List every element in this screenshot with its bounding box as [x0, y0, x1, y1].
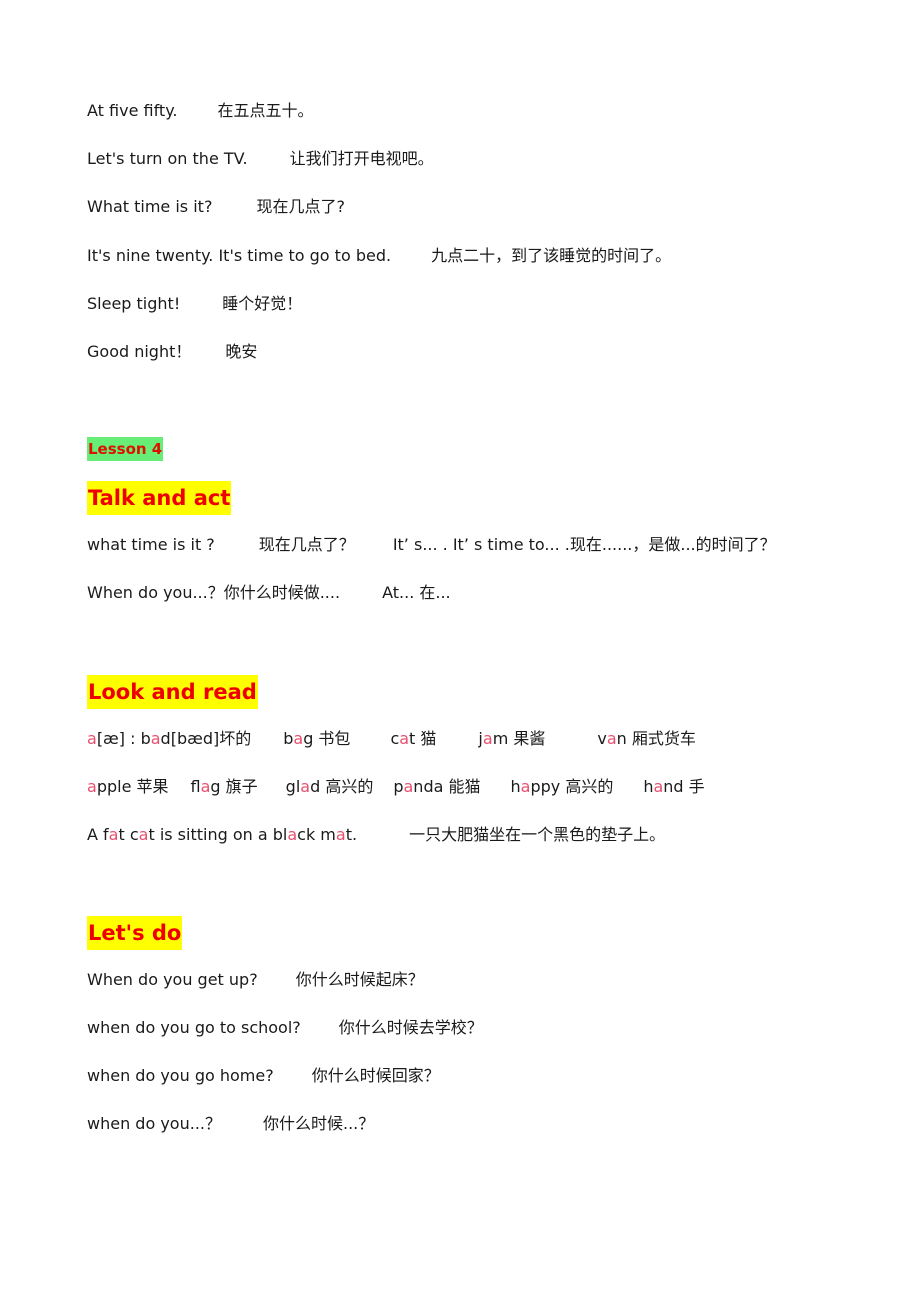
english-text: At five fifty.	[87, 101, 178, 120]
example-sentence: A fat cat is sitting on a black mat. 一只大肥…	[87, 825, 665, 845]
chinese-text: 你什么时候...？	[263, 1114, 375, 1133]
lets-do-line: When do you get up? 你什么时候起床？	[87, 970, 424, 990]
chinese-text: 你什么时候去学校？	[338, 1018, 483, 1037]
chinese-text: 你什么时候回家？	[311, 1066, 440, 1085]
phonics-word: van 厢式货车	[597, 729, 696, 748]
dialogue-line: Let's turn on the TV. 让我们打开电视吧。	[87, 149, 434, 169]
phonics-word: jam 果酱	[478, 729, 546, 748]
chinese-text: 晚安	[225, 342, 258, 361]
english-text: when do you...？	[87, 1114, 221, 1133]
talk-line: what time is it ? 现在几点了？ It’ s... . It’ s …	[87, 535, 776, 555]
phonics-word: flag 旗子	[190, 777, 258, 796]
chinese-text: 现在几点了？	[258, 535, 355, 554]
section-heading-talk-and-act: Talk and act	[87, 481, 232, 515]
dialogue-line: Good night！ 晚安	[87, 342, 257, 362]
section-heading-lets-do: Let's do	[87, 916, 183, 950]
phonics-row: a [æ] : bad[bæd]坏的 bag 书包 cat 猫 jam 果酱 van 厢…	[87, 729, 696, 749]
section-heading-look-and-read: Look and read	[87, 675, 258, 709]
english-text: when do you go home?	[87, 1066, 274, 1085]
talk-line: When do you...？你什么时候做.... At... 在...	[87, 583, 451, 603]
english-text: Sleep tight!	[87, 294, 181, 313]
english-text: It's nine twenty. It's time to go to bed…	[87, 246, 392, 265]
chinese-text: 现在几点了?	[256, 197, 345, 216]
chinese-text: 九点二十，到了该睡觉的时间了。	[431, 246, 672, 265]
english-text: Good night！	[87, 342, 192, 361]
phonics-word: glad 高兴的	[285, 777, 374, 796]
phonics-word: happy 高兴的	[510, 777, 614, 796]
chinese-text: 你什么时候起床？	[295, 970, 424, 989]
dialogue-line: What time is it? 现在几点了?	[87, 197, 345, 217]
pattern-text: It’ s... . It’ s time to... .现在......，是做…	[392, 535, 776, 554]
phonics-word: hand 手	[643, 777, 705, 796]
dialogue-line: Sleep tight! 睡个好觉！	[87, 294, 302, 314]
phonics-row: apple 苹果 flag 旗子 glad 高兴的 panda 能猫 happy 高兴的…	[87, 777, 705, 797]
phonics-word: cat 猫	[390, 729, 437, 748]
phonics-word: bag 书包	[283, 729, 351, 748]
english-text: A fat cat is sitting on a black mat.	[87, 825, 358, 844]
phonics-word: a [æ] : bad[bæd]坏的	[87, 729, 252, 748]
lesson-label: Lesson 4	[87, 437, 164, 461]
english-text: Let's turn on the TV.	[87, 149, 248, 168]
pattern-text: At... 在...	[382, 583, 451, 602]
lets-do-line: when do you go to school? 你什么时候去学校？	[87, 1018, 483, 1038]
phonics-word: apple 苹果	[87, 777, 169, 796]
chinese-text: 在五点五十。	[217, 101, 314, 120]
dialogue-line: It's nine twenty. It's time to go to bed…	[87, 246, 671, 266]
dialogue-line: At five fifty. 在五点五十。	[87, 101, 314, 121]
english-text: What time is it?	[87, 197, 213, 216]
english-text: what time is it ?	[87, 535, 215, 554]
english-text: When do you get up?	[87, 970, 258, 989]
lets-do-line: when do you go home? 你什么时候回家？	[87, 1066, 440, 1086]
english-text: When do you...？你什么时候做....	[87, 583, 341, 602]
chinese-text: 一只大肥猫坐在一个黑色的垫子上。	[409, 825, 666, 844]
chinese-text: 睡个好觉！	[222, 294, 303, 313]
chinese-text: 让我们打开电视吧。	[289, 149, 434, 168]
english-text: when do you go to school?	[87, 1018, 301, 1037]
phonics-word: panda 能猫	[393, 777, 481, 796]
lets-do-line: when do you...？ 你什么时候...？	[87, 1114, 374, 1134]
